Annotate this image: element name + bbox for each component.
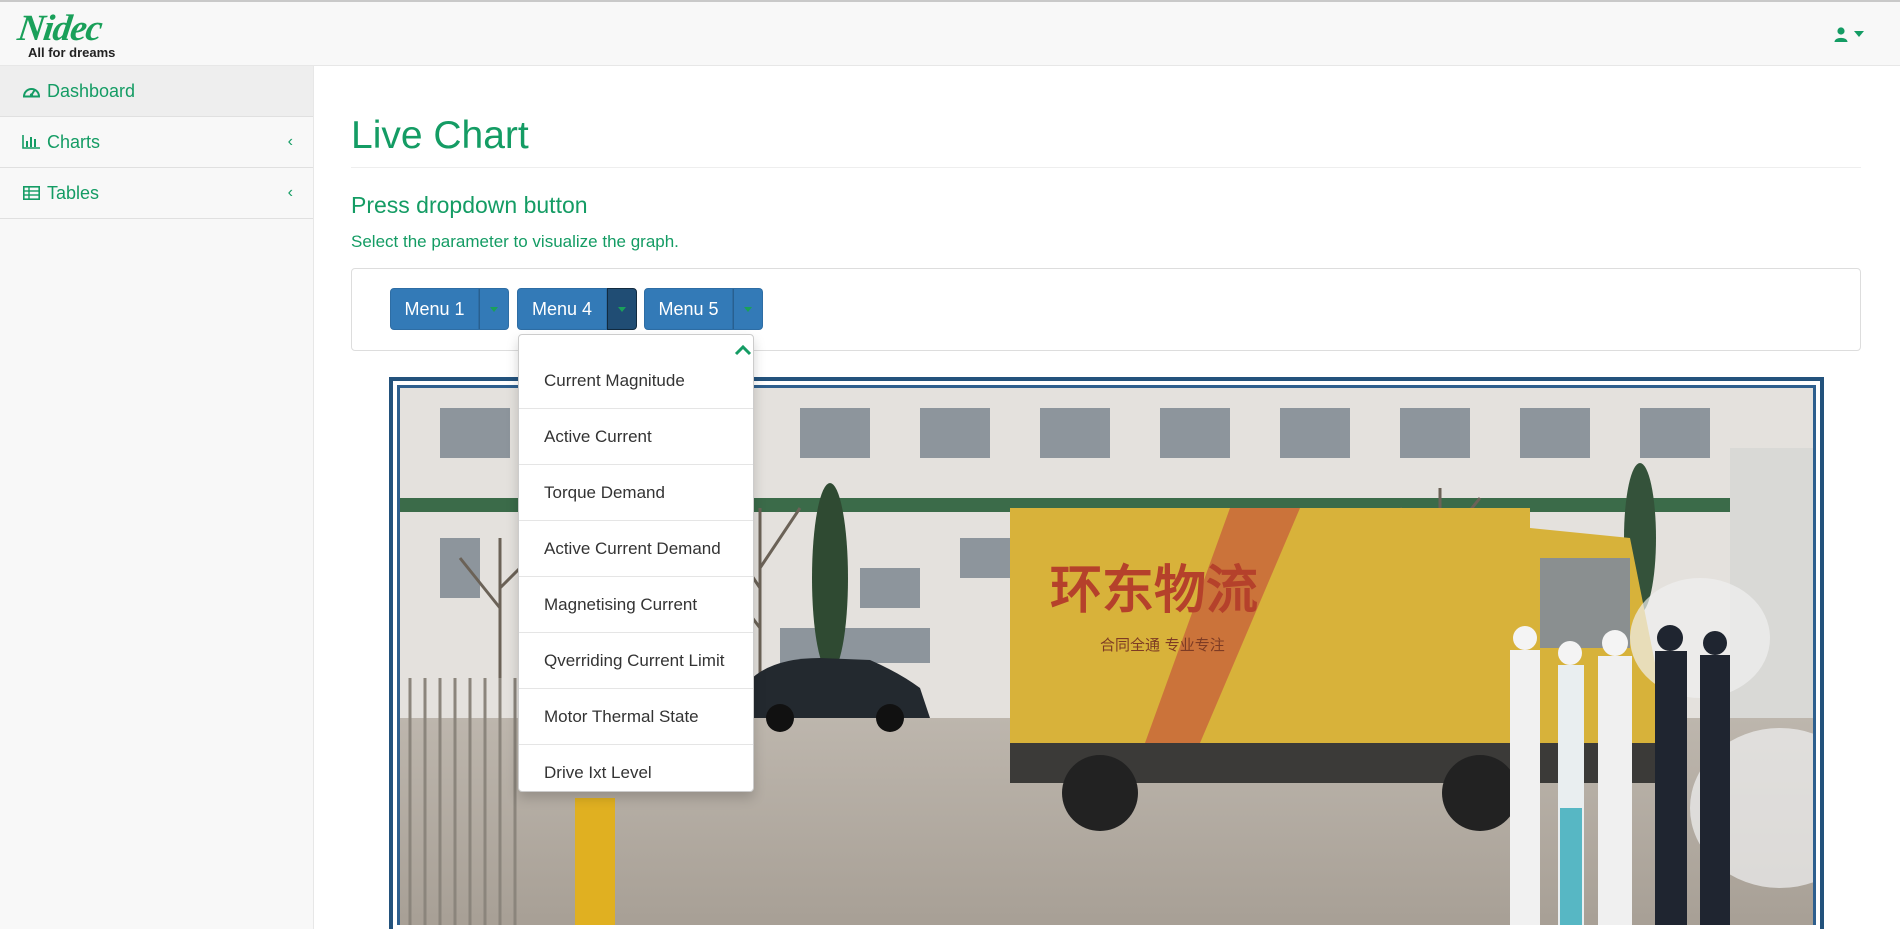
dropdown-item-motor-thermal-state[interactable]: Motor Thermal State [519, 689, 753, 745]
sidebar: Dashboard Charts ‹ Tables ‹ [0, 66, 314, 929]
menu-1-split-button: Menu 1 [390, 288, 509, 330]
menu-5-caret-button[interactable] [733, 288, 763, 330]
top-navbar: Nidec All for dreams [0, 0, 1900, 66]
menu-1-button[interactable]: Menu 1 [390, 288, 479, 330]
menu-4-dropdown: Current Magnitude Active Current Torque … [518, 334, 754, 792]
section-subheading: Press dropdown button [351, 192, 588, 218]
sidebar-item-charts[interactable]: Charts ‹ [0, 117, 313, 168]
sidebar-item-label: Tables [47, 182, 100, 203]
dropdown-item-torque-demand[interactable]: Torque Demand [519, 465, 753, 521]
caret-down-icon [744, 306, 752, 312]
logo-wordmark: Nidec [15, 8, 105, 49]
sidebar-item-tables[interactable]: Tables ‹ [0, 168, 313, 219]
dropdown-item-current-magnitude[interactable]: Current Magnitude [519, 353, 753, 409]
dropdown-list: Current Magnitude Active Current Torque … [519, 353, 753, 801]
menu-5-split-button: Menu 5 [644, 288, 763, 330]
sidebar-item-label: Charts [47, 131, 101, 152]
chevron-left-icon: ‹ [287, 184, 293, 201]
caret-down-icon [618, 306, 626, 312]
nidec-logo[interactable]: Nidec All for dreams [15, 8, 148, 60]
truck-slogan-text: 合同全通 专业专注 [1100, 636, 1225, 654]
user-icon [1834, 26, 1848, 42]
menu-4-button[interactable]: Menu 4 [517, 288, 607, 330]
menu-5-button[interactable]: Menu 5 [644, 288, 733, 330]
caret-down-icon [490, 306, 498, 312]
page-title: Live Chart [351, 114, 529, 157]
dashboard-icon [21, 84, 41, 98]
menu-4-split-button: Menu 4 [517, 288, 637, 330]
dropdown-item-active-current[interactable]: Active Current [519, 409, 753, 465]
dropdown-item-magnetising-current[interactable]: Magnetising Current [519, 577, 753, 633]
dropdown-item-drive-ixt-level[interactable]: Drive Ixt Level [519, 745, 753, 801]
menu-4-caret-button[interactable] [607, 288, 637, 330]
dropdown-item-active-current-demand[interactable]: Active Current Demand [519, 521, 753, 577]
chevron-down-icon [1854, 31, 1864, 37]
help-text: Select the parameter to visualize the gr… [351, 232, 679, 251]
title-divider [351, 167, 1861, 168]
chevron-left-icon: ‹ [287, 133, 293, 150]
sidebar-item-dashboard[interactable]: Dashboard [0, 66, 313, 117]
user-menu-toggle[interactable] [1834, 22, 1864, 46]
truck-sign-text: 环东物流 [1050, 561, 1258, 621]
dropdown-item-overriding-current-limit[interactable]: Qverriding Current Limit [519, 633, 753, 689]
table-icon [21, 186, 41, 200]
bar-chart-icon [21, 135, 41, 149]
sidebar-item-label: Dashboard [47, 80, 136, 101]
menu-1-caret-button[interactable] [479, 288, 509, 330]
